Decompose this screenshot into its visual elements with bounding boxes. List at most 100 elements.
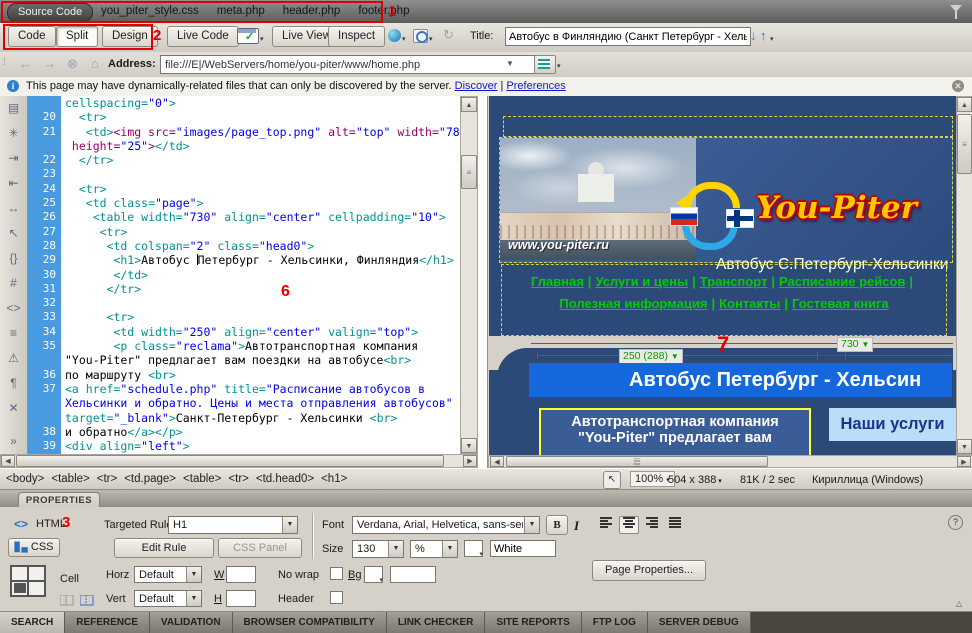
collapse-selection-icon[interactable]: ⇤ — [0, 171, 27, 196]
tag-selector-item[interactable]: <tr> — [228, 473, 248, 485]
word-wrap-icon[interactable]: ≡ — [0, 321, 27, 346]
related-files-dropdown-icon[interactable]: ▾ — [557, 62, 561, 70]
design-nav-link[interactable]: Расписание рейсов — [779, 274, 905, 289]
stop-icon[interactable]: ⊗ — [67, 56, 78, 72]
bottom-tab-ftp-log[interactable]: FTP LOG — [582, 612, 648, 633]
code-line[interactable]: <table width="730" align="center" cellpa… — [61, 210, 460, 224]
design-banner[interactable]: www.you-piter.ru You-Piter Автобус С.Пет… — [499, 137, 953, 263]
design-vscrollbar[interactable]: ▲ ≡ ▼ — [956, 96, 972, 455]
align-justify-icon[interactable] — [665, 516, 685, 534]
bottom-tab-reference[interactable]: REFERENCE — [65, 612, 150, 633]
home-icon[interactable]: ⌂ — [91, 56, 99, 71]
design-services-box[interactable]: Наши услуги — [829, 408, 956, 441]
design-empty-row[interactable] — [503, 116, 953, 137]
italic-button[interactable]: I — [574, 518, 579, 534]
code-line[interactable]: <tr> — [61, 110, 460, 124]
code-line[interactable] — [61, 167, 460, 181]
help-icon[interactable]: ? — [948, 515, 963, 530]
align-right-icon[interactable] — [642, 516, 662, 534]
tag-selector-item[interactable]: <table> — [183, 473, 221, 485]
back-icon[interactable]: ← — [19, 56, 32, 71]
code-vscrollbar[interactable]: ▲ ≡ ▼ — [460, 96, 478, 454]
filter-icon[interactable] — [950, 5, 962, 12]
targeted-rule-select[interactable]: H1▼ — [168, 516, 298, 534]
bottom-tab-server-debug[interactable]: SERVER DEBUG — [648, 612, 751, 633]
bottom-tab-validation[interactable]: VALIDATION — [150, 612, 233, 633]
design-vscroll-thumb[interactable]: ≡ — [957, 114, 972, 174]
css-mode-button[interactable]: ▊▄ CSS — [8, 538, 60, 557]
bg-color-input[interactable] — [390, 566, 436, 583]
code-line[interactable]: <tr> — [61, 225, 460, 239]
font-select[interactable]: Verdana, Arial, Helvetica, sans-serif▼ — [352, 516, 540, 534]
tag-selector[interactable]: <body><table><tr><td.page><table><tr><td… — [6, 473, 354, 485]
code-scroll-up-icon[interactable]: ▲ — [461, 97, 477, 112]
design-view[interactable]: www.you-piter.ru You-Piter Автобус С.Пет… — [489, 96, 956, 455]
bottom-tab-site-reports[interactable]: SITE REPORTS — [485, 612, 581, 633]
code-line[interactable]: <div align="left"> — [61, 439, 460, 453]
tag-selector-item[interactable]: <h1> — [321, 473, 347, 485]
merge-cells-icon[interactable] — [60, 595, 74, 609]
align-center-icon[interactable] — [619, 516, 639, 534]
code-line[interactable]: по маршруту <br> — [61, 368, 460, 382]
text-color-well[interactable] — [464, 540, 483, 557]
css-panel-button[interactable]: CSS Panel — [218, 538, 302, 558]
align-left-icon[interactable] — [596, 516, 616, 534]
horz-select[interactable]: Default▼ — [134, 566, 202, 583]
expand-all-icon[interactable]: ↔ — [0, 196, 27, 221]
code-line[interactable]: и обратно</a></p> — [61, 425, 460, 439]
design-nav-link[interactable]: Полезная информация — [559, 296, 707, 311]
file-management-dropdown-icon[interactable]: ▾ — [770, 35, 774, 43]
code-line[interactable]: height="25"></td> — [61, 139, 460, 153]
edit-rule-button[interactable]: Edit Rule — [114, 538, 214, 558]
code-line[interactable]: Хельсинки и обратно. Цены и места отправ… — [61, 396, 460, 410]
text-color-input[interactable] — [490, 540, 556, 557]
vert-select[interactable]: Default▼ — [134, 590, 202, 607]
design-nav-link[interactable]: Транспорт — [700, 274, 768, 289]
open-documents-icon[interactable]: ▤ — [0, 96, 27, 121]
design-reclama-box[interactable]: Автотранспортная компания "You-Piter" пр… — [539, 408, 811, 455]
table-width-menu-250[interactable]: 250 (288) ▼ — [619, 349, 683, 364]
select-tool-icon[interactable]: ↖ — [603, 471, 621, 489]
window-size-select[interactable]: 504 x 388 ▾ — [668, 474, 722, 486]
design-hscrollbar[interactable]: ◀ 𝄛 ▶ — [488, 455, 972, 468]
nowrap-checkbox[interactable] — [330, 567, 343, 580]
code-line[interactable]: <p class="reclama">Автотранспортная комп… — [61, 339, 460, 353]
highlight-invalid-code-icon[interactable]: <> — [0, 296, 27, 321]
bold-button[interactable]: B — [546, 515, 568, 535]
table-width-menu-730[interactable]: 730 ▼ — [837, 337, 873, 352]
code-line[interactable]: <h1>Автобус Петербург - Хельсинки, Финля… — [61, 253, 460, 267]
design-hscroll-thumb[interactable]: 𝄛 — [506, 456, 768, 467]
code-line[interactable]: </td> — [61, 268, 460, 282]
put-file-icon[interactable]: ↑ — [760, 28, 767, 43]
related-files-list-icon[interactable] — [534, 55, 556, 74]
discover-link[interactable]: Discover — [455, 80, 498, 92]
code-vscroll-thumb[interactable]: ≡ — [461, 155, 477, 189]
split-cell-icon[interactable] — [80, 595, 94, 609]
live-code-button[interactable]: Live Code — [167, 26, 239, 47]
address-input[interactable] — [160, 55, 540, 74]
show-code-navigator-icon[interactable]: ✳ — [0, 121, 27, 146]
code-line[interactable]: </tr> — [61, 153, 460, 167]
design-nav-link[interactable]: Главная — [531, 274, 584, 289]
code-line[interactable]: <td width="250" align="center" valign="t… — [61, 325, 460, 339]
code-scroll-right-icon[interactable]: ▶ — [463, 455, 477, 467]
code-line[interactable]: cellspacing="0"> — [61, 96, 460, 110]
page-properties-button[interactable]: Page Properties... — [592, 560, 706, 581]
check-page-dropdown-icon[interactable]: ▾ — [260, 35, 264, 43]
select-parent-tag-icon[interactable]: ↖ — [0, 221, 27, 246]
balance-braces-icon[interactable]: {} — [0, 246, 27, 271]
design-nav-link[interactable]: Гостевая книга — [792, 296, 889, 311]
properties-panel-tab[interactable]: PROPERTIES — [18, 492, 100, 508]
get-file-icon[interactable]: ↓ — [750, 28, 757, 43]
design-scroll-down-icon[interactable]: ▼ — [957, 439, 972, 454]
code-line[interactable]: target="_blank">Санкт-Петербург - Хельси… — [61, 411, 460, 425]
line-numbers-icon[interactable]: # — [0, 271, 27, 296]
code-line[interactable]: <a href="schedule.php" title="Расписание… — [61, 382, 460, 396]
collapse-full-tag-icon[interactable]: ⇥ — [0, 146, 27, 171]
address-dropdown-icon[interactable]: ▼ — [506, 59, 514, 68]
tag-selector-item[interactable]: <tr> — [97, 473, 117, 485]
bg-color-well[interactable] — [364, 566, 383, 583]
tag-selector-item[interactable]: <body> — [6, 473, 44, 485]
code-line[interactable]: <td class="page"> — [61, 196, 460, 210]
code-line[interactable] — [61, 296, 460, 310]
